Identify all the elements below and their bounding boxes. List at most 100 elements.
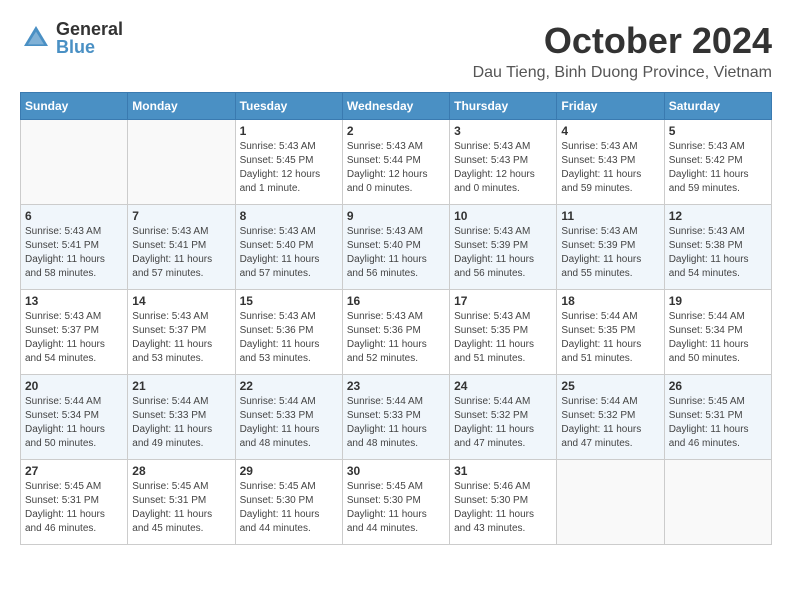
day-info: Sunrise: 5:43 AMSunset: 5:44 PMDaylight:… xyxy=(347,140,445,196)
day-number: 31 xyxy=(454,464,552,478)
calendar-cell: 27 Sunrise: 5:45 AMSunset: 5:31 PMDayligh… xyxy=(21,460,128,545)
header-friday: Friday xyxy=(557,93,664,120)
calendar-week-2: 6Sunrise: 5:43 AMSunset: 5:41 PMDaylight… xyxy=(21,205,772,290)
day-number: 9 xyxy=(347,209,445,223)
day-number: 7 xyxy=(132,209,230,223)
day-number: 30 xyxy=(347,464,445,478)
header-wednesday: Wednesday xyxy=(342,93,449,120)
calendar-cell: 14 Sunrise: 5:43 AMSunset: 5:37 PMDayligh… xyxy=(128,290,235,375)
day-number: 25 xyxy=(561,379,659,393)
calendar-cell: 23Sunrise: 5:44 AMSunset: 5:33 PMDayligh… xyxy=(342,375,449,460)
day-number: 5 xyxy=(669,124,767,138)
day-info: Sunrise: 5:43 AMSunset: 5:35 PMDaylight:… xyxy=(454,310,552,366)
day-number: 21 xyxy=(132,379,230,393)
day-info: Sunrise: 5:44 AMSunset: 5:33 PMDaylight:… xyxy=(132,395,230,451)
logo-icon xyxy=(20,22,52,54)
calendar-cell xyxy=(557,460,664,545)
calendar-header: SundayMondayTuesdayWednesdayThursdayFrid… xyxy=(21,93,772,120)
calendar-cell: 5 Sunrise: 5:43 AMSunset: 5:42 PMDaylight… xyxy=(664,120,771,205)
day-number: 28 xyxy=(132,464,230,478)
day-info: Sunrise: 5:43 AMSunset: 5:43 PMDaylight:… xyxy=(561,140,659,196)
calendar-cell: 3Sunrise: 5:43 AMSunset: 5:43 PMDaylight… xyxy=(450,120,557,205)
calendar-cell: 2 Sunrise: 5:43 AMSunset: 5:44 PMDaylight… xyxy=(342,120,449,205)
header-sunday: Sunday xyxy=(21,93,128,120)
day-info: Sunrise: 5:45 AMSunset: 5:31 PMDaylight:… xyxy=(669,395,767,451)
day-number: 24 xyxy=(454,379,552,393)
day-number: 10 xyxy=(454,209,552,223)
day-number: 29 xyxy=(240,464,338,478)
day-number: 4 xyxy=(561,124,659,138)
calendar-cell xyxy=(21,120,128,205)
day-number: 17 xyxy=(454,294,552,308)
day-info: Sunrise: 5:43 AMSunset: 5:39 PMDaylight:… xyxy=(454,225,552,281)
logo-blue: Blue xyxy=(56,38,123,56)
logo-text: General Blue xyxy=(56,20,123,56)
day-number: 27 xyxy=(25,464,123,478)
day-info: Sunrise: 5:43 AMSunset: 5:42 PMDaylight:… xyxy=(669,140,767,196)
title-section: October 2024 Dau Tieng, Binh Duong Provi… xyxy=(473,20,772,82)
day-info: Sunrise: 5:44 AMSunset: 5:32 PMDaylight:… xyxy=(454,395,552,451)
calendar-week-4: 20 Sunrise: 5:44 AMSunset: 5:34 PMDayligh… xyxy=(21,375,772,460)
day-number: 15 xyxy=(240,294,338,308)
calendar-cell: 17 Sunrise: 5:43 AMSunset: 5:35 PMDayligh… xyxy=(450,290,557,375)
day-number: 14 xyxy=(132,294,230,308)
calendar-cell: 8 Sunrise: 5:43 AMSunset: 5:40 PMDaylight… xyxy=(235,205,342,290)
day-info: Sunrise: 5:45 AMSunset: 5:31 PMDaylight:… xyxy=(25,480,123,536)
logo-general: General xyxy=(56,20,123,38)
header-tuesday: Tuesday xyxy=(235,93,342,120)
calendar-cell: 11Sunrise: 5:43 AMSunset: 5:39 PMDayligh… xyxy=(557,205,664,290)
header-saturday: Saturday xyxy=(664,93,771,120)
day-info: Sunrise: 5:43 AMSunset: 5:38 PMDaylight:… xyxy=(669,225,767,281)
calendar-table: SundayMondayTuesdayWednesdayThursdayFrid… xyxy=(20,92,772,545)
header-monday: Monday xyxy=(128,93,235,120)
day-number: 2 xyxy=(347,124,445,138)
calendar-cell: 30 Sunrise: 5:45 AMSunset: 5:30 PMDayligh… xyxy=(342,460,449,545)
calendar-week-1: 1 Sunrise: 5:43 AMSunset: 5:45 PMDaylight… xyxy=(21,120,772,205)
day-number: 26 xyxy=(669,379,767,393)
calendar-cell: 9 Sunrise: 5:43 AMSunset: 5:40 PMDaylight… xyxy=(342,205,449,290)
day-number: 12 xyxy=(669,209,767,223)
day-info: Sunrise: 5:44 AMSunset: 5:33 PMDaylight:… xyxy=(240,395,338,451)
day-number: 11 xyxy=(561,209,659,223)
day-info: Sunrise: 5:44 AMSunset: 5:34 PMDaylight:… xyxy=(25,395,123,451)
day-info: Sunrise: 5:45 AMSunset: 5:30 PMDaylight:… xyxy=(347,480,445,536)
calendar-cell: 1 Sunrise: 5:43 AMSunset: 5:45 PMDaylight… xyxy=(235,120,342,205)
calendar-cell: 12 Sunrise: 5:43 AMSunset: 5:38 PMDayligh… xyxy=(664,205,771,290)
calendar-cell xyxy=(128,120,235,205)
calendar-week-5: 27 Sunrise: 5:45 AMSunset: 5:31 PMDayligh… xyxy=(21,460,772,545)
day-number: 19 xyxy=(669,294,767,308)
calendar-cell: 18Sunrise: 5:44 AMSunset: 5:35 PMDayligh… xyxy=(557,290,664,375)
day-number: 6 xyxy=(25,209,123,223)
calendar-cell: 29Sunrise: 5:45 AMSunset: 5:30 PMDayligh… xyxy=(235,460,342,545)
day-info: Sunrise: 5:43 AMSunset: 5:45 PMDaylight:… xyxy=(240,140,338,196)
calendar-cell: 10 Sunrise: 5:43 AMSunset: 5:39 PMDayligh… xyxy=(450,205,557,290)
day-info: Sunrise: 5:46 AMSunset: 5:30 PMDaylight:… xyxy=(454,480,552,536)
calendar-cell: 6Sunrise: 5:43 AMSunset: 5:41 PMDaylight… xyxy=(21,205,128,290)
day-info: Sunrise: 5:43 AMSunset: 5:40 PMDaylight:… xyxy=(240,225,338,281)
calendar-cell: 24 Sunrise: 5:44 AMSunset: 5:32 PMDayligh… xyxy=(450,375,557,460)
day-number: 22 xyxy=(240,379,338,393)
day-info: Sunrise: 5:44 AMSunset: 5:35 PMDaylight:… xyxy=(561,310,659,366)
day-number: 3 xyxy=(454,124,552,138)
calendar-body: 1 Sunrise: 5:43 AMSunset: 5:45 PMDaylight… xyxy=(21,120,772,545)
day-number: 20 xyxy=(25,379,123,393)
day-number: 23 xyxy=(347,379,445,393)
month-title: October 2024 xyxy=(473,20,772,62)
calendar-cell: 16Sunrise: 5:43 AMSunset: 5:36 PMDayligh… xyxy=(342,290,449,375)
page-header: General Blue October 2024 Dau Tieng, Bin… xyxy=(20,20,772,82)
logo: General Blue xyxy=(20,20,123,56)
day-info: Sunrise: 5:44 AMSunset: 5:32 PMDaylight:… xyxy=(561,395,659,451)
day-info: Sunrise: 5:43 AMSunset: 5:37 PMDaylight:… xyxy=(132,310,230,366)
calendar-cell: 21 Sunrise: 5:44 AMSunset: 5:33 PMDayligh… xyxy=(128,375,235,460)
day-info: Sunrise: 5:44 AMSunset: 5:34 PMDaylight:… xyxy=(669,310,767,366)
calendar-cell: 4 Sunrise: 5:43 AMSunset: 5:43 PMDaylight… xyxy=(557,120,664,205)
location-title: Dau Tieng, Binh Duong Province, Vietnam xyxy=(473,64,772,82)
day-info: Sunrise: 5:45 AMSunset: 5:31 PMDaylight:… xyxy=(132,480,230,536)
day-number: 1 xyxy=(240,124,338,138)
calendar-cell: 7Sunrise: 5:43 AMSunset: 5:41 PMDaylight… xyxy=(128,205,235,290)
calendar-cell: 31 Sunrise: 5:46 AMSunset: 5:30 PMDayligh… xyxy=(450,460,557,545)
day-number: 8 xyxy=(240,209,338,223)
day-info: Sunrise: 5:43 AMSunset: 5:40 PMDaylight:… xyxy=(347,225,445,281)
calendar-cell: 28 Sunrise: 5:45 AMSunset: 5:31 PMDayligh… xyxy=(128,460,235,545)
day-number: 13 xyxy=(25,294,123,308)
